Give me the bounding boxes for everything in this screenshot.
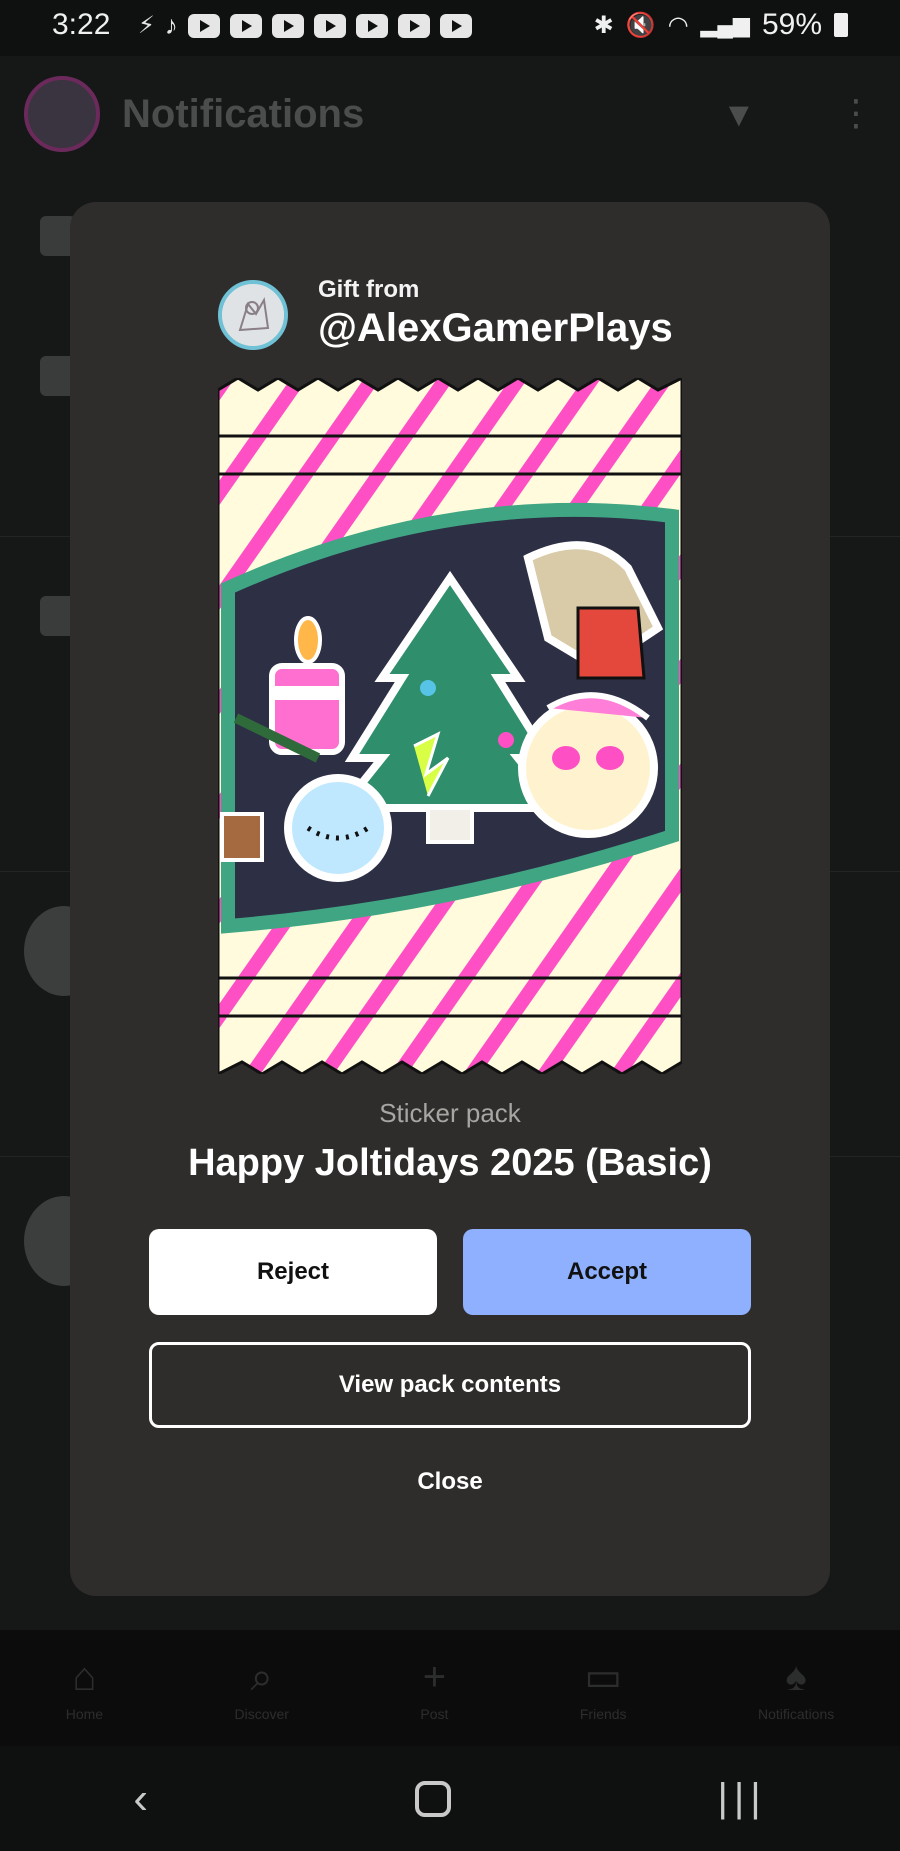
- search-icon: ⌕: [250, 1654, 273, 1699]
- home-icon: ⌂: [72, 1654, 97, 1699]
- sender-avatar-image: [222, 284, 284, 346]
- notification-icons: ⚡ ♪: [138, 10, 472, 41]
- status-right: ✱ 🔇 ◠ ▂▄▆ 59%: [594, 8, 848, 42]
- sender-avatar: [218, 280, 288, 350]
- nav-discover[interactable]: ⌕ Discover: [235, 1655, 289, 1722]
- filter-icon[interactable]: ▼: [722, 96, 756, 135]
- more-icon[interactable]: ⋮: [838, 92, 874, 134]
- youtube-icon: [439, 13, 472, 38]
- youtube-icon: [313, 13, 346, 38]
- mute-icon: 🔇: [625, 11, 656, 39]
- nav-notifications[interactable]: ♠ Notifications: [758, 1655, 834, 1722]
- nav-post[interactable]: + Post: [420, 1655, 448, 1722]
- youtube-icon: [397, 13, 430, 38]
- pack-name: Happy Joltidays 2025 (Basic): [188, 1142, 712, 1184]
- youtube-icon: [355, 13, 388, 38]
- sender-username: @AlexGamerPlays: [318, 306, 673, 350]
- youtube-icon: [187, 13, 220, 38]
- status-bar: 3:22 ⚡ ♪ ✱ 🔇 ◠ ▂▄▆ 59%: [0, 0, 900, 56]
- gift-modal: Gift from @AlexGamerPlays Sticker pack H…: [70, 202, 830, 1596]
- nav-friends[interactable]: ▭ Friends: [580, 1654, 627, 1722]
- plus-icon: +: [422, 1654, 447, 1699]
- signal-icon: ▂▄▆: [700, 12, 750, 37]
- system-nav: ‹ |||: [0, 1746, 900, 1851]
- wifi-icon: ◠: [667, 11, 689, 39]
- nav-home[interactable]: ⌂ Home: [66, 1655, 103, 1722]
- home-button-icon[interactable]: [414, 1780, 451, 1817]
- bell-icon: ♠: [785, 1654, 807, 1699]
- reject-button[interactable]: Reject: [149, 1229, 437, 1315]
- accept-button[interactable]: Accept: [463, 1229, 751, 1315]
- view-pack-contents-button[interactable]: View pack contents: [149, 1342, 751, 1428]
- sticker-pack-image: [218, 378, 682, 1074]
- close-button[interactable]: Close: [350, 1452, 550, 1512]
- tiktok-icon: ♪: [164, 10, 178, 40]
- gift-from-label: Gift from: [318, 276, 420, 303]
- bottom-nav: ⌂ Home ⌕ Discover + Post ▭ Friends ♠ Not…: [0, 1630, 900, 1746]
- bg-header: Notifications ▼ ⋮: [0, 56, 900, 176]
- chat-icon: ▭: [584, 1655, 623, 1699]
- back-icon[interactable]: ‹: [133, 1774, 148, 1824]
- recents-icon[interactable]: |||: [717, 1776, 766, 1821]
- youtube-icon: [271, 13, 304, 38]
- youtube-icon: [229, 13, 262, 38]
- battery-level: 59%: [761, 8, 822, 41]
- status-time: 3:22: [52, 8, 111, 41]
- bluetooth-icon: ✱: [593, 11, 614, 39]
- bolt-icon: ⚡: [138, 12, 155, 39]
- page-title: Notifications: [122, 92, 365, 136]
- profile-avatar[interactable]: [24, 76, 100, 152]
- battery-icon: [834, 13, 848, 37]
- pack-type-label: Sticker pack: [379, 1098, 521, 1128]
